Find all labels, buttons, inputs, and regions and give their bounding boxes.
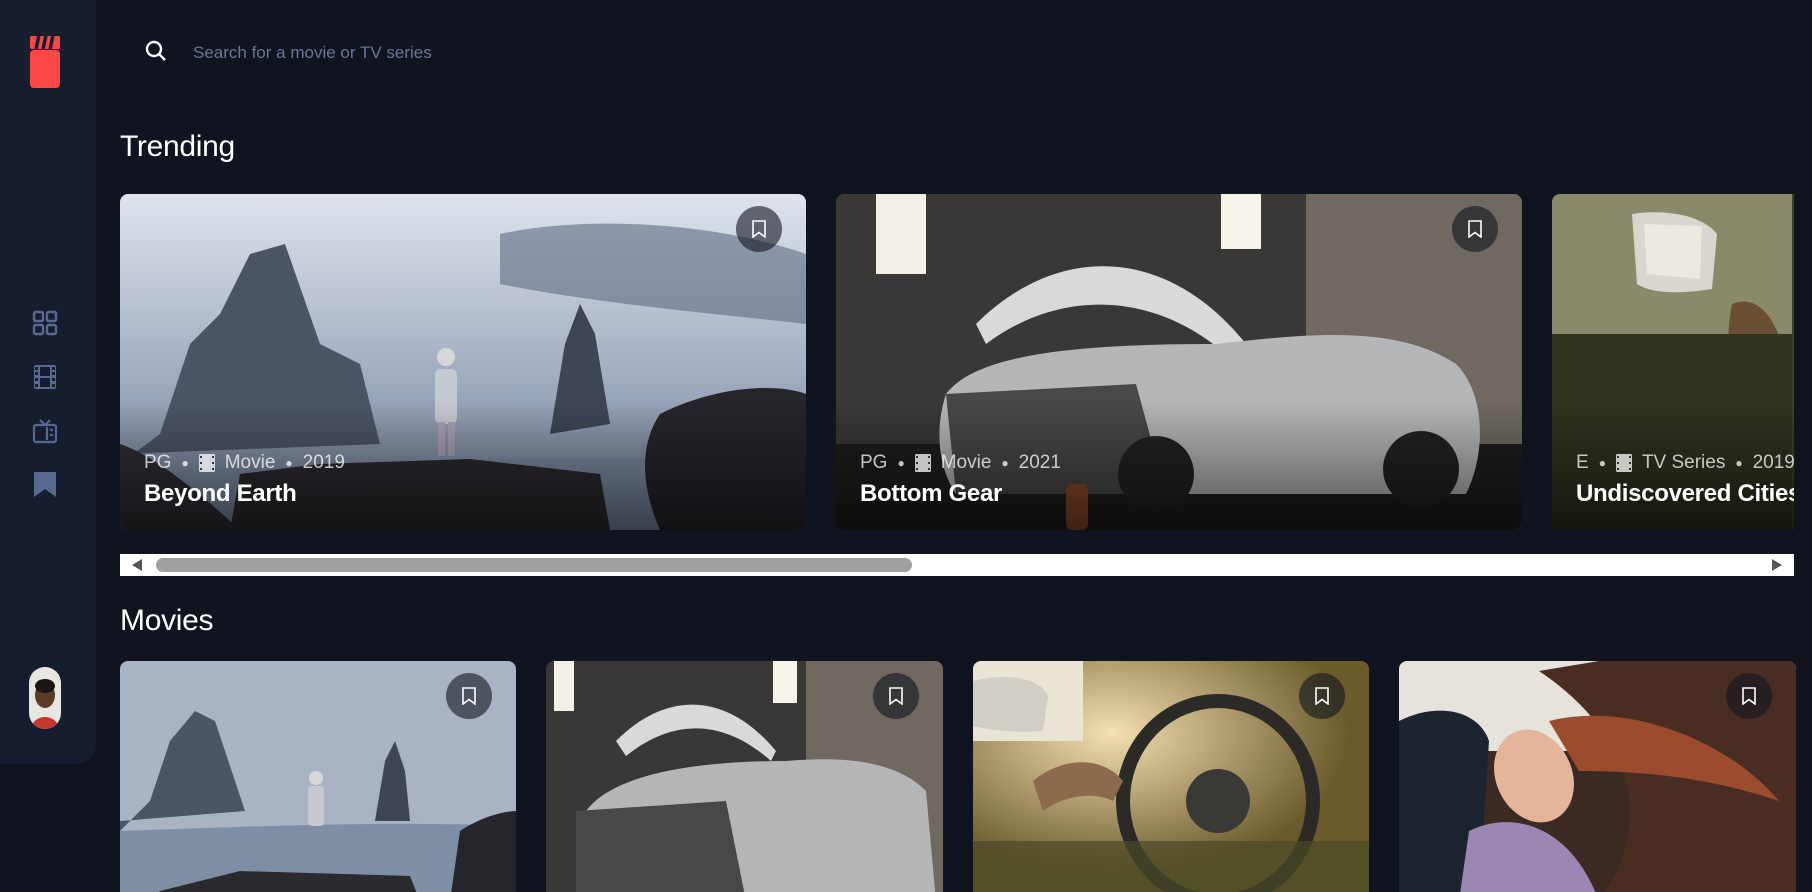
tv-icon[interactable] — [32, 418, 58, 444]
clapperboard-icon[interactable] — [30, 32, 60, 88]
card-rating: PG — [144, 452, 172, 473]
bookmark-button[interactable] — [446, 673, 492, 719]
bookmark-icon — [1315, 687, 1329, 705]
separator-dot: ● — [181, 456, 189, 470]
bookmark-button[interactable] — [1726, 673, 1772, 719]
movie-card[interactable] — [1399, 661, 1796, 892]
card-rating: E — [1576, 452, 1589, 473]
movie-card[interactable] — [973, 661, 1369, 892]
movie-card[interactable] — [120, 661, 516, 892]
film-icon — [1615, 454, 1632, 472]
bookmark-button[interactable] — [873, 673, 919, 719]
card-year: 2019 — [302, 452, 345, 473]
bookmark-icon — [889, 687, 903, 705]
bookmark-icon — [1742, 687, 1756, 705]
card-title: Bottom Gear — [860, 480, 1003, 507]
card-category: TV Series — [1641, 452, 1726, 473]
trending-card[interactable]: PG ● Movie ● 2019 Beyond Earth — [120, 194, 806, 530]
trending-card[interactable]: PG ● Movie ● 2021 Bottom Gear — [836, 194, 1522, 530]
card-year: 2021 — [1018, 452, 1061, 473]
card-year: 2019 — [1752, 452, 1794, 473]
bookmark-icon — [752, 220, 766, 238]
separator-dot: ● — [285, 456, 293, 470]
card-meta: PG ● Movie ● 2021 — [860, 452, 1061, 474]
trending-carousel: PG ● Movie ● 2019 Beyond Earth PG ● Movi… — [120, 194, 1794, 530]
scrollbar-thumb[interactable] — [156, 558, 912, 572]
movie-card[interactable] — [546, 661, 943, 892]
search-icon[interactable] — [145, 40, 167, 62]
separator-dot: ● — [1001, 456, 1009, 470]
avatar[interactable] — [29, 667, 61, 729]
trending-card[interactable]: E ● TV Series ● 2019 Undiscovered Cities — [1552, 194, 1794, 530]
bookmark-icon — [1468, 220, 1482, 238]
trending-heading: Trending — [120, 130, 235, 163]
card-category: Movie — [224, 452, 276, 473]
scroll-left-arrow[interactable] — [132, 559, 142, 571]
film-icon — [914, 454, 931, 472]
horizontal-scrollbar[interactable] — [120, 554, 1794, 576]
card-rating: PG — [860, 452, 888, 473]
card-title: Beyond Earth — [144, 480, 297, 507]
bookmark-button[interactable] — [1299, 673, 1345, 719]
movies-heading: Movies — [120, 604, 214, 637]
card-meta: E ● TV Series ● 2019 — [1576, 452, 1794, 474]
search-input[interactable] — [191, 40, 895, 66]
scroll-right-arrow[interactable] — [1772, 559, 1782, 571]
card-title: Undiscovered Cities — [1576, 480, 1794, 507]
card-category: Movie — [940, 452, 992, 473]
bookmark-button[interactable] — [1452, 206, 1498, 252]
bookmark-icon — [462, 687, 476, 705]
bookmark-button[interactable] — [736, 206, 782, 252]
sidebar — [0, 0, 96, 764]
film-icon — [198, 454, 215, 472]
separator-dot: ● — [897, 456, 905, 470]
bookmark-icon[interactable] — [32, 470, 58, 497]
card-meta: PG ● Movie ● 2019 — [144, 452, 345, 474]
movies-grid — [120, 661, 1812, 892]
grid-icon[interactable] — [32, 310, 58, 336]
separator-dot: ● — [1735, 456, 1743, 470]
separator-dot: ● — [1598, 456, 1606, 470]
search-bar — [145, 40, 945, 70]
film-icon[interactable] — [32, 364, 58, 390]
